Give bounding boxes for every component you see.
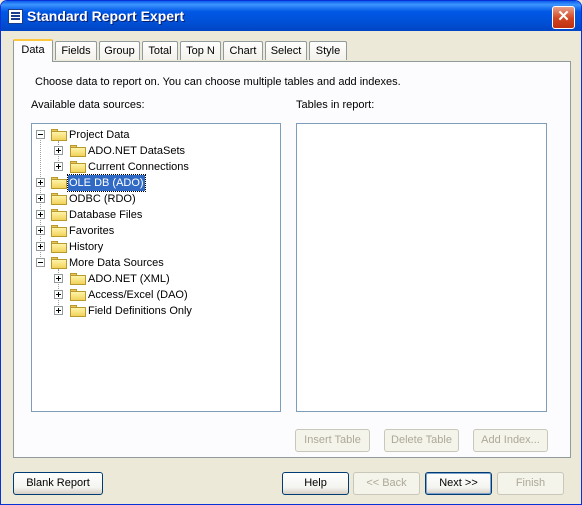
folder-icon [51, 177, 67, 189]
tab-data[interactable]: Data [13, 39, 53, 62]
expand-icon[interactable] [54, 274, 63, 283]
tree-item-label: Project Data [69, 129, 130, 141]
delete-table-button[interactable]: Delete Table [384, 429, 459, 452]
tree-item-label: History [69, 241, 104, 253]
expand-icon[interactable] [36, 178, 45, 187]
help-button[interactable]: Help [282, 472, 349, 495]
expand-icon[interactable] [54, 162, 63, 171]
tree-item-label: Current Connections [88, 161, 189, 173]
tables-in-report-list[interactable] [296, 123, 547, 412]
next-button[interactable]: Next >> [425, 472, 492, 495]
folder-icon [51, 209, 67, 221]
finish-button[interactable]: Finish [497, 472, 564, 495]
blank-report-button[interactable]: Blank Report [13, 472, 103, 495]
folder-icon [51, 193, 67, 205]
report-expert-window: Standard Report Expert ✕ Data Fields Gro… [0, 0, 582, 505]
folder-icon [51, 225, 67, 237]
tree-item-label: More Data Sources [69, 257, 164, 269]
tree-item-label: ADO.NET DataSets [88, 145, 185, 157]
tree-item-database-files[interactable]: Database Files [32, 207, 280, 223]
insert-table-button[interactable]: Insert Table [295, 429, 370, 452]
expand-icon[interactable] [36, 210, 45, 219]
expand-icon[interactable] [36, 194, 45, 203]
collapse-icon[interactable] [36, 258, 45, 267]
tree-item-label: Field Definitions Only [88, 305, 192, 317]
tree-item-access-excel-dao[interactable]: Access/Excel (DAO) [32, 287, 280, 303]
tab-group[interactable]: Group [99, 41, 140, 60]
window-title: Standard Report Expert [27, 8, 185, 24]
tree-item-favorites[interactable]: Favorites [32, 223, 280, 239]
tree-item-label: Favorites [69, 225, 115, 237]
add-index-button[interactable]: Add Index... [473, 429, 548, 452]
tree-item-ole-db-ado[interactable]: OLE DB (ADO) [32, 174, 280, 192]
folder-icon [51, 257, 67, 269]
back-button[interactable]: << Back [353, 472, 420, 495]
close-button[interactable]: ✕ [552, 6, 575, 29]
tables-in-report-label: Tables in report: [296, 99, 375, 111]
folder-icon [70, 289, 86, 301]
tree-item-label: OLE DB (ADO) [67, 174, 146, 192]
tree-item-ado-net-xml[interactable]: ADO.NET (XML) [32, 271, 280, 287]
tree-item-field-definitions-only[interactable]: Field Definitions Only [32, 303, 280, 319]
tree-item-label: Database Files [69, 209, 143, 221]
folder-icon [70, 273, 86, 285]
expand-icon[interactable] [54, 146, 63, 155]
tree-item-current-connections[interactable]: Current Connections [32, 159, 280, 175]
expand-icon[interactable] [54, 290, 63, 299]
tab-total[interactable]: Total [142, 41, 178, 60]
available-sources-tree[interactable]: Project Data ADO.NET DataSets Current Co… [31, 123, 281, 412]
folder-icon [51, 241, 67, 253]
report-app-icon [8, 9, 23, 24]
tab-select[interactable]: Select [265, 41, 307, 60]
tab-style[interactable]: Style [309, 41, 347, 60]
tab-chart[interactable]: Chart [223, 41, 263, 60]
tree-item-ado-net-datasets[interactable]: ADO.NET DataSets [32, 143, 280, 159]
data-tab-panel: Choose data to report on. You can choose… [13, 61, 571, 458]
folder-icon [70, 305, 86, 317]
available-sources-label: Available data sources: [31, 99, 145, 111]
tree-item-label: Access/Excel (DAO) [88, 289, 188, 301]
instruction-text: Choose data to report on. You can choose… [35, 76, 401, 88]
folder-icon [70, 161, 86, 173]
folder-icon [51, 129, 67, 141]
expand-icon[interactable] [54, 306, 63, 315]
collapse-icon[interactable] [36, 130, 45, 139]
expand-icon[interactable] [36, 226, 45, 235]
tree-item-odbc-rdo[interactable]: ODBC (RDO) [32, 191, 280, 207]
folder-icon [70, 145, 86, 157]
tab-fields[interactable]: Fields [55, 41, 97, 60]
expand-icon[interactable] [36, 242, 45, 251]
tree-item-label: ADO.NET (XML) [88, 273, 170, 285]
tree-item-label: ODBC (RDO) [69, 193, 136, 205]
tree-item-more-data-sources[interactable]: More Data Sources [32, 255, 280, 271]
tree-item-history[interactable]: History [32, 239, 280, 255]
tab-top-n[interactable]: Top N [180, 41, 221, 60]
title-bar: Standard Report Expert ✕ [1, 1, 581, 31]
tree-item-project-data[interactable]: Project Data [32, 127, 280, 143]
